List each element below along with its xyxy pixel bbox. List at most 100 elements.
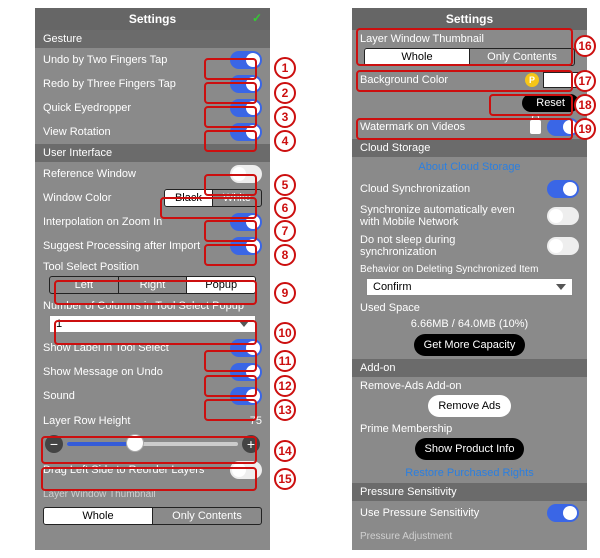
usepressure-label: Use Pressure Sensitivity: [360, 507, 479, 519]
thumb-segment-r: Whole Only Contents: [364, 48, 575, 66]
redo-toggle[interactable]: [230, 75, 262, 93]
rotation-toggle[interactable]: [230, 123, 262, 141]
toolpos-left[interactable]: Left: [50, 277, 119, 293]
thumb-r-only[interactable]: Only Contents: [470, 49, 574, 65]
nosleep-toggle[interactable]: [547, 237, 579, 255]
settings-panel-right: Settings Layer Window Thumbnail Whole On…: [352, 8, 587, 550]
thumb-segment-l: Whole Only Contents: [43, 507, 262, 525]
callout-badge-6: 6: [274, 197, 296, 219]
callout-badge-3: 3: [274, 106, 296, 128]
lock-icon: [530, 120, 541, 134]
section-pressure: Pressure Sensitivity: [352, 483, 587, 501]
callout-badge-12: 12: [274, 375, 296, 397]
redo-label: Redo by Three Fingers Tap: [43, 78, 176, 90]
interp-toggle[interactable]: [230, 213, 262, 231]
bg-color-swatch[interactable]: [543, 72, 579, 88]
row-behavior: Behavior on Deleting Synchronized Item C…: [352, 261, 587, 299]
get-more-button[interactable]: Get More Capacity: [414, 334, 526, 356]
thumb-l-label: Layer Window Thumbnail: [43, 489, 156, 500]
callout-badge-14: 14: [274, 440, 296, 462]
rotation-label: View Rotation: [43, 126, 111, 138]
drag-label: Drag Left Side to Reorder Layers: [43, 464, 204, 476]
row-usepressure: Use Pressure Sensitivity: [352, 501, 587, 525]
behavior-select[interactable]: Confirm: [366, 278, 573, 296]
callout-badge-8: 8: [274, 244, 296, 266]
sound-label: Sound: [43, 390, 75, 402]
row-suggest: Suggest Processing after Import: [35, 234, 270, 258]
thumb-r-label: Layer Window Thumbnail: [360, 33, 579, 45]
restore-link[interactable]: Restore Purchased Rights: [352, 463, 587, 483]
toolpos-label: Tool Select Position: [43, 261, 262, 273]
about-cloud-link[interactable]: About Cloud Storage: [352, 157, 587, 177]
section-addon: Add-on: [352, 359, 587, 377]
msgundo-toggle[interactable]: [230, 363, 262, 381]
showlabel-toggle[interactable]: [230, 339, 262, 357]
row-interp: Interpolation on Zoom In: [35, 210, 270, 234]
section-ui: User Interface: [35, 144, 270, 162]
section-gesture: Gesture: [35, 30, 270, 48]
slider-thumb[interactable]: [126, 434, 144, 452]
toolpos-right[interactable]: Right: [119, 277, 188, 293]
row-thumb-l-label: Layer Window Thumbnail: [35, 482, 270, 504]
undo-toggle[interactable]: [230, 51, 262, 69]
row-drag: Drag Left Side to Reorder Layers: [35, 458, 270, 482]
showlabel-label: Show Label in Tool Select: [43, 342, 169, 354]
panel-title: Settings: [352, 8, 587, 30]
sync-toggle[interactable]: [547, 180, 579, 198]
premium-coin-icon: P: [525, 73, 539, 87]
row-toolpos: Tool Select Position Left Right Popup: [35, 258, 270, 297]
drag-toggle[interactable]: [230, 461, 262, 479]
removeads-label: Remove-Ads Add-on: [360, 380, 579, 392]
row-bgcolor: Background Color P: [352, 69, 587, 91]
slider-minus-icon[interactable]: −: [45, 435, 63, 453]
callout-badge-2: 2: [274, 82, 296, 104]
wincolor-black[interactable]: Black: [165, 190, 213, 206]
callout-badge-1: 1: [274, 57, 296, 79]
row-thumb-r: Layer Window Thumbnail Whole Only Conten…: [352, 30, 587, 69]
confirm-check-icon[interactable]: ✓: [252, 11, 262, 25]
chevron-down-icon: [556, 284, 566, 290]
row-rotation: View Rotation: [35, 120, 270, 144]
rowheight-slider[interactable]: − +: [43, 433, 262, 455]
wincolor-white[interactable]: White: [213, 190, 261, 206]
autosync-toggle[interactable]: [547, 207, 579, 225]
autosync-label: Synchronize automatically even with Mobi…: [360, 204, 525, 228]
msgundo-label: Show Message on Undo: [43, 366, 163, 378]
row-watermark: Watermark on Videos: [352, 115, 587, 139]
row-reset: Reset: [352, 91, 587, 115]
usepressure-toggle[interactable]: [547, 504, 579, 522]
callout-badge-10: 10: [274, 322, 296, 344]
callout-badge-13: 13: [274, 399, 296, 421]
row-pressureadj: Pressure Adjustment: [352, 525, 587, 547]
watermark-toggle[interactable]: [547, 118, 579, 136]
callout-badge-7: 7: [274, 220, 296, 242]
sound-toggle[interactable]: [230, 387, 262, 405]
row-refwin: Reference Window: [35, 162, 270, 186]
toolpos-popup[interactable]: Popup: [187, 277, 255, 293]
row-thumb-left: Whole Only Contents: [35, 504, 270, 528]
bg-label: Background Color: [360, 74, 448, 86]
thumb-l-whole[interactable]: Whole: [44, 508, 153, 524]
used-value: 6.66MB / 64.0MB (10%): [360, 316, 579, 332]
reset-button[interactable]: Reset: [522, 94, 579, 112]
removeads-button[interactable]: Remove Ads: [428, 395, 510, 417]
callout-badge-4: 4: [274, 130, 296, 152]
callout-badge-5: 5: [274, 174, 296, 196]
thumb-r-whole[interactable]: Whole: [365, 49, 470, 65]
row-msgundo: Show Message on Undo: [35, 360, 270, 384]
row-prime: Prime Membership Show Product Info: [352, 420, 587, 463]
refwin-toggle[interactable]: [230, 165, 262, 183]
suggest-toggle[interactable]: [230, 237, 262, 255]
numcols-select[interactable]: 1: [49, 315, 256, 333]
show-product-button[interactable]: Show Product Info: [415, 438, 525, 460]
nosleep-label: Do not sleep during synchronization: [360, 234, 525, 258]
callout-badge-9: 9: [274, 282, 296, 304]
eyedrop-toggle[interactable]: [230, 99, 262, 117]
slider-plus-icon[interactable]: +: [242, 435, 260, 453]
eyedrop-label: Quick Eyedropper: [43, 102, 131, 114]
wincolor-segment: Black White: [164, 189, 262, 207]
section-cloud: Cloud Storage: [352, 139, 587, 157]
thumb-l-only[interactable]: Only Contents: [153, 508, 261, 524]
row-eyedropper: Quick Eyedropper: [35, 96, 270, 120]
row-rowheight-slider: − +: [35, 430, 270, 458]
